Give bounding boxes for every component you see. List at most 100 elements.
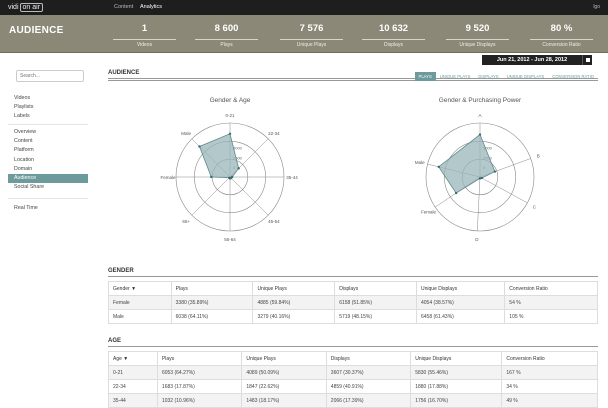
radar-data-point [478, 177, 482, 180]
sidebar-item-platform[interactable]: Platform [8, 146, 88, 155]
section-title: AGE [108, 338, 122, 344]
divider [108, 276, 598, 277]
tab-displays[interactable]: Displays [474, 72, 502, 81]
column-header[interactable]: Plays [156, 351, 243, 366]
column-header[interactable]: Unique Displays [415, 281, 506, 296]
radar-axis-label: 35-44 [286, 175, 298, 180]
tab-plays[interactable]: Plays [414, 72, 436, 81]
stat-value: 80 % [550, 23, 573, 34]
table-row: 0-21 6053 (64.27%) 4089 (50.09%) 3607 (3… [108, 365, 598, 380]
sidebar-item-overview[interactable]: Overview [8, 128, 88, 137]
table-cell: 0-21 [108, 365, 158, 380]
sidebar-divider [8, 124, 88, 125]
column-header[interactable]: Conversion Ratio [504, 281, 598, 296]
nav-content[interactable]: Content [114, 4, 133, 10]
radar-axis-label: 22-34 [268, 131, 280, 136]
sidebar-item-videos[interactable]: Videos [8, 94, 88, 103]
sidebar-item-playlists[interactable]: Playlists [8, 103, 88, 112]
sidebar-item-audience[interactable]: Audience [8, 173, 88, 184]
gender-table: Gender ▼ Plays Unique Plays Displays Uni… [108, 281, 598, 324]
stat-value: 7 576 [299, 23, 324, 34]
radar-chart-gender-purchasing: ABCDFemaleMale500025000 [415, 113, 540, 242]
sidebar-item-location[interactable]: Location [8, 156, 88, 165]
table-row: 35-44 1032 (10.96%) 1483 (18.17%) 2066 (… [108, 393, 598, 408]
radar-axis [477, 176, 481, 231]
table-cell: 5719 (48.15%) [334, 309, 417, 324]
sidebar-item-content[interactable]: Content [8, 137, 88, 146]
table-cell: 2066 (17.39%) [325, 393, 412, 408]
table-cell: 4859 (40.91%) [325, 379, 412, 394]
column-header[interactable]: Unique Plays [241, 351, 327, 366]
sidebar-group-realtime: Real Time [8, 204, 88, 213]
column-header[interactable]: Unique Plays [252, 281, 336, 296]
radar-chart-gender-age: 0-21 22-34 35-44 45-54 55-64 65+ Female Male 500… [160, 113, 298, 242]
radar-axis [479, 176, 528, 204]
stat-unique-displays: 9 520 Unique Displays [446, 18, 509, 50]
radar-series-area [438, 133, 496, 194]
column-header[interactable]: Plays [170, 281, 254, 296]
radar-axis [229, 176, 269, 216]
column-header[interactable]: Conversion Ratio [501, 351, 598, 366]
radar-series-area [198, 133, 240, 179]
table-cell: 49 % [501, 393, 598, 408]
sidebar-item-social-share[interactable]: Social Share [8, 183, 88, 192]
sort-caret-icon[interactable]: ▼ [131, 286, 136, 292]
stat-value: 10 632 [378, 23, 409, 34]
tab-unique-plays[interactable]: Unique Plays [436, 72, 475, 81]
table-cell: 3607 (30.37%) [325, 365, 412, 380]
radar-data-point [237, 167, 240, 170]
sidebar-group-analytics: Overview Content Platform Location Domai… [8, 128, 88, 192]
radar-axis-label: 55-64 [224, 237, 236, 242]
table-cell: Female [108, 295, 172, 310]
stat-displays: 10 632 Displays [362, 18, 425, 50]
table-cell: 167 % [501, 365, 598, 380]
chart-title-gender-age: Gender & Age [209, 97, 251, 104]
radar-data-point [210, 175, 213, 179]
radar-axis-label: Female [160, 175, 176, 180]
sidebar-item-real-time[interactable]: Real Time [8, 204, 88, 213]
table-cell: 35-44 [108, 393, 158, 408]
column-header[interactable]: Age ▼ [108, 351, 158, 366]
logo-text-right: on air [19, 3, 44, 12]
radar-axis-label: A [478, 113, 481, 118]
column-header[interactable]: Unique Displays [410, 351, 503, 366]
logo[interactable]: vidi on air [8, 3, 44, 12]
search-input[interactable] [16, 70, 84, 82]
stat-label: Displays [362, 39, 425, 48]
tab-unique-displays[interactable]: Unique Displays [503, 72, 549, 81]
table-cell: 1032 (10.96%) [156, 393, 243, 408]
table-header-row: Age ▼ Plays Unique Plays Displays Unique… [108, 351, 598, 366]
table-header-row: Gender ▼ Plays Unique Plays Displays Uni… [108, 281, 598, 296]
radar-data-point [437, 165, 440, 169]
nav-analytics[interactable]: Analytics [140, 4, 162, 10]
date-range-label[interactable]: Jun 21, 2012 - Jun 28, 2012 [482, 57, 582, 63]
stat-value: 9 520 [465, 23, 490, 34]
sidebar-item-labels[interactable]: Labels [8, 112, 88, 121]
divider [108, 346, 598, 347]
table-cell: 1483 (18.17%) [241, 393, 327, 408]
stat-conversion-ratio: 80 % Conversion Ratio [530, 18, 593, 50]
radar-axis-label: 45-54 [268, 219, 280, 224]
sort-caret-icon[interactable]: ▼ [123, 356, 128, 362]
table-cell: 1847 (22.62%) [241, 379, 327, 394]
radar-tick-label: 5000 [233, 145, 243, 150]
calendar-button[interactable] [582, 55, 592, 65]
stat-videos: 1 Videos [113, 18, 176, 50]
date-range-picker[interactable]: Jun 21, 2012 - Jun 28, 2012 [482, 55, 592, 65]
page-title: AUDIENCE [9, 25, 64, 36]
column-header[interactable]: Displays [325, 351, 412, 366]
table-row: Female 3380 (35.89%) 4885 (59.84%) 6158 … [108, 295, 598, 310]
radar-data-point [228, 132, 232, 135]
radar-axis [191, 176, 231, 216]
table-cell: 105 % [504, 309, 598, 324]
column-header[interactable]: Displays [334, 281, 417, 296]
logout-link[interactable]: lgo [593, 4, 600, 10]
sidebar-item-domain[interactable]: Domain [8, 165, 88, 174]
column-header[interactable]: Gender ▼ [108, 281, 172, 296]
age-table: Age ▼ Plays Unique Plays Displays Unique… [108, 351, 598, 408]
table-cell: 1756 (16.70%) [410, 393, 503, 408]
top-bar: vidi on air Content Analytics lgo [0, 0, 608, 15]
table-cell: 6053 (64.27%) [156, 365, 243, 380]
radar-axis-label: C [533, 205, 537, 210]
tab-conversion-ratio[interactable]: Conversion Ratio [548, 72, 598, 81]
